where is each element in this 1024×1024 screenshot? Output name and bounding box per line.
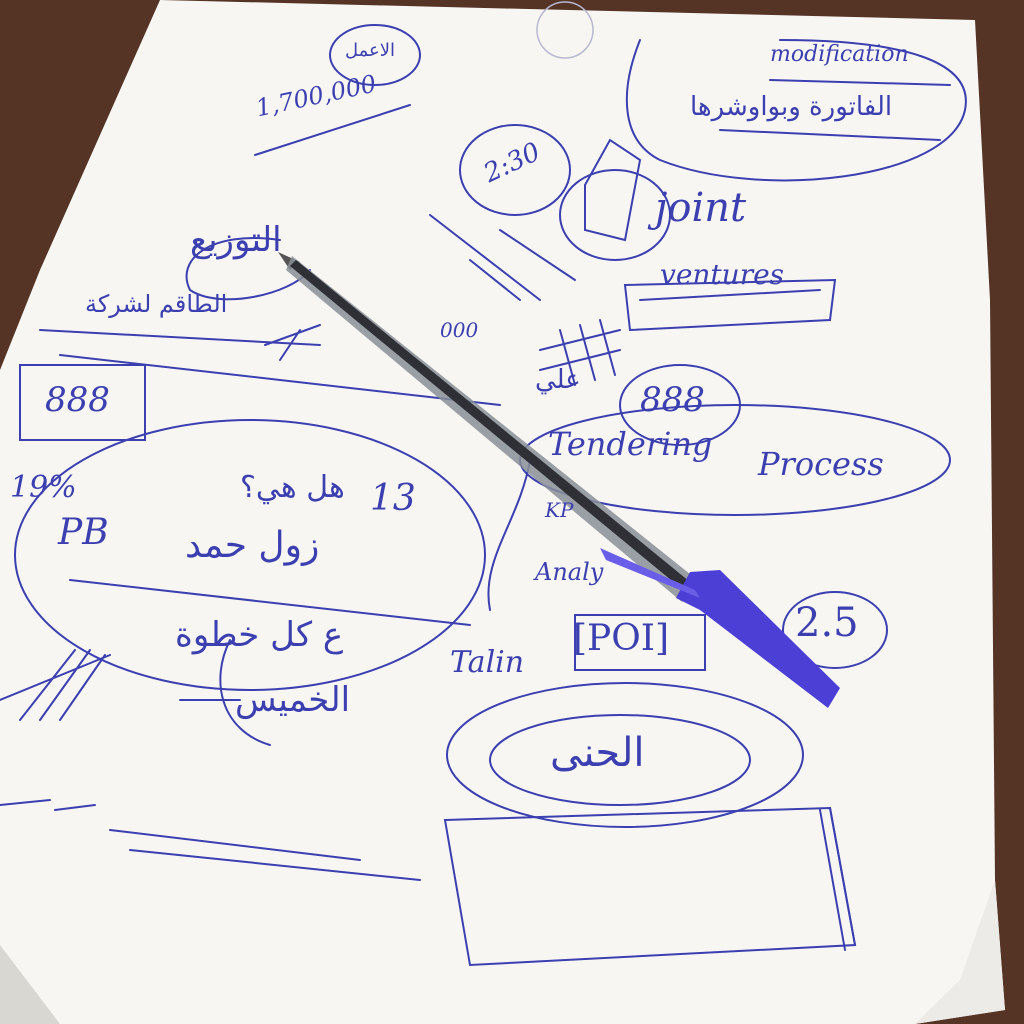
note-analy: Analy	[535, 558, 604, 586]
note-boxed-number: 888	[45, 380, 110, 420]
note-process: Process	[758, 445, 884, 483]
note-joint: joint	[655, 185, 747, 231]
note-distribution: التوزيع	[190, 220, 282, 260]
note-pb: PB	[58, 512, 109, 553]
note-arabic-top-right: الفاتورة وبواوشرها	[690, 92, 893, 122]
note-poi: [POI]	[573, 618, 670, 659]
note-circled-888: 888	[640, 380, 705, 420]
note-kpi: KP	[545, 498, 574, 522]
note-talin: Talin	[450, 645, 525, 680]
note-modification: modification	[770, 42, 909, 67]
note-tendering: Tendering	[548, 425, 713, 463]
note-question: هل هي؟	[240, 470, 345, 505]
note-ahmad: زول حمد	[185, 525, 320, 566]
note-ali: علي	[535, 365, 581, 395]
note-each-step: ع كل خطوة	[175, 615, 344, 655]
note-percent: 19%	[10, 470, 77, 505]
note-circled-top: الاعمل	[345, 40, 396, 61]
note-score: 2.5	[795, 600, 859, 646]
note-count: 13	[370, 478, 416, 519]
note-quarter: الطاقم لشركة	[85, 290, 228, 318]
note-circle-bottom: الحنى	[550, 730, 645, 776]
note-thursday: الخميس	[235, 680, 351, 720]
note-ventures: ventures	[660, 258, 785, 291]
note-thousands: 000	[440, 318, 479, 342]
